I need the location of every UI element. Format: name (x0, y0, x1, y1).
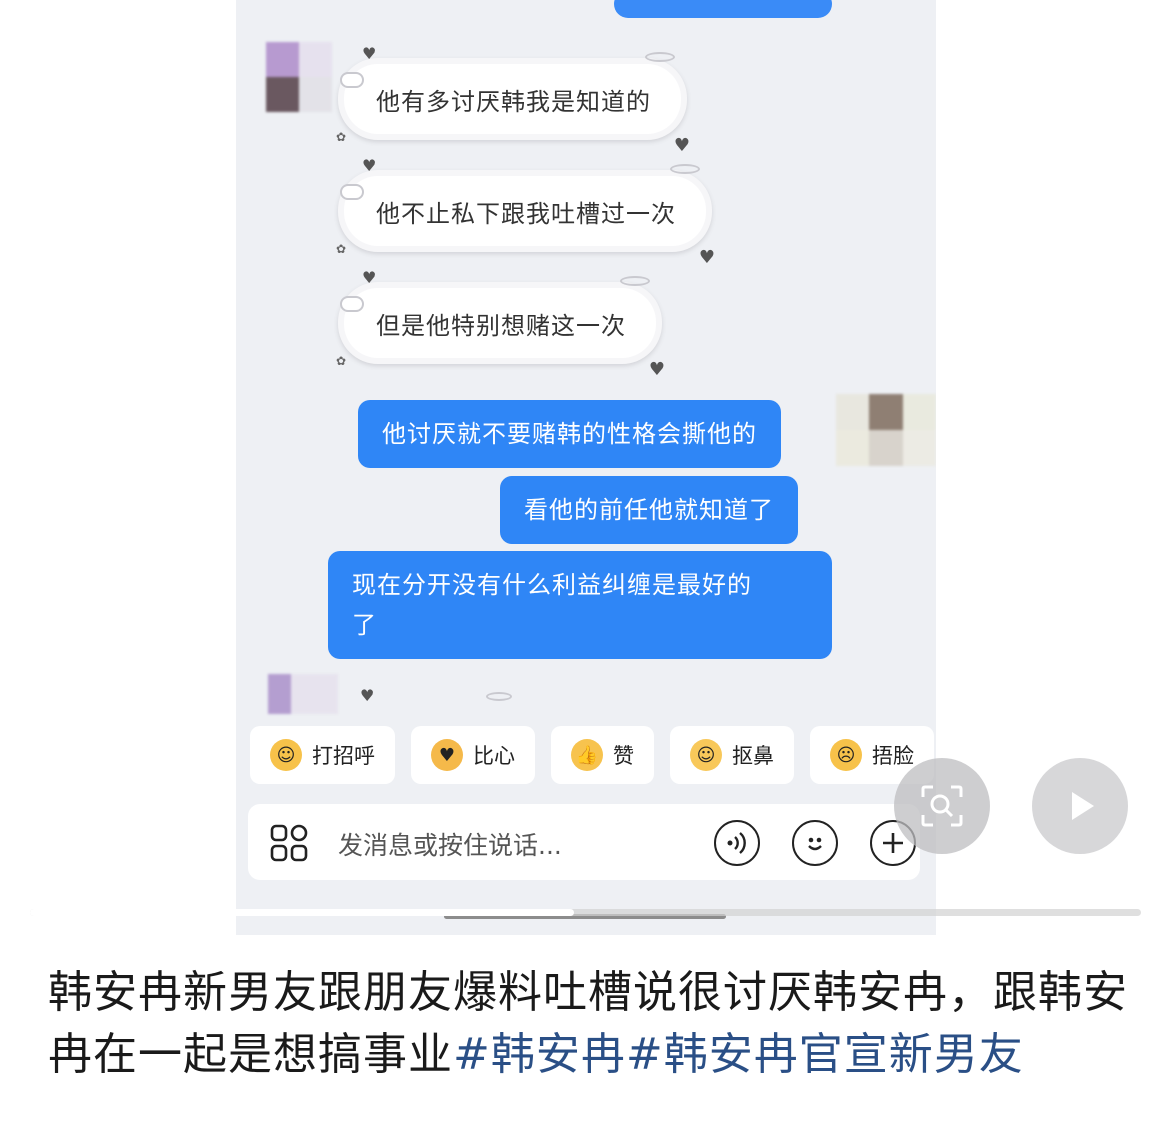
message-text: 了 (352, 611, 377, 639)
outgoing-message-3: 现在分开没有什么利益纠缠是最好的 了 (328, 551, 832, 659)
facepalm-icon: ☹ (830, 739, 862, 771)
message-input[interactable]: 发消息或按住说话... (338, 826, 562, 862)
video-progress-bar[interactable] (30, 909, 1141, 916)
heart-icon: ♥ (362, 156, 378, 175)
halo-icon (670, 164, 700, 174)
message-text: 现在分开没有什么利益纠缠是最好的 (352, 571, 752, 599)
bow-icon: ✿ (336, 130, 348, 144)
voice-icon[interactable] (714, 820, 760, 866)
video-progress-fill (30, 909, 575, 916)
scan-search-icon (921, 785, 963, 827)
hashtag-link[interactable]: #韩安冉 (453, 1029, 626, 1080)
chip-label: 抠鼻 (732, 744, 774, 768)
incoming-message-3: ♥ ✿ ♥ 但是他特别想赌这一次 (336, 268, 665, 380)
message-input-bar: 发消息或按住说话... (248, 804, 920, 880)
heart-hands-icon: ♥ (431, 739, 463, 771)
message-text: 他讨厌就不要赌韩的性格会撕他的 (382, 420, 757, 448)
heart-icon: ♥ (698, 247, 716, 268)
chat-screenshot: ♥ ✿ ♥ 他有多讨厌韩我是知道的 ♥ ✿ ♥ 他不止私下跟我吐槽过一次 ♥ ✿… (236, 0, 936, 935)
hashtag-link[interactable]: #韩安冉官宣新男友 (626, 1029, 1024, 1080)
heart-icon: ♥ (360, 686, 375, 705)
message-text: 但是他特别想赌这一次 (376, 311, 626, 340)
heart-icon: ♥ (673, 135, 691, 156)
apps-grid-icon[interactable] (270, 824, 308, 862)
self-avatar (836, 394, 936, 466)
bow-icon: ✿ (336, 354, 348, 368)
post-caption: 韩安冉新男友跟朋友爆料吐槽说很讨厌韩安冉，跟韩安冉在一起是想搞事业#韩安冉#韩安… (48, 962, 1133, 1086)
wing-decoration-icon (340, 184, 364, 200)
chip-label: 捂脸 (872, 744, 914, 768)
wing-decoration-icon (340, 72, 364, 88)
incoming-message-1: ♥ ✿ ♥ 他有多讨厌韩我是知道的 (336, 44, 690, 156)
heart-icon: ♥ (362, 268, 378, 287)
quick-reply-pick-nose[interactable]: ☺ 抠鼻 (670, 726, 794, 784)
halo-icon (645, 52, 675, 62)
quick-reply-like[interactable]: 👍 赞 (551, 726, 654, 784)
thumbs-up-icon: 👍 (571, 739, 603, 771)
halo-icon (486, 692, 512, 701)
heart-icon: ♥ (362, 44, 378, 63)
message-text: 看他的前任他就知道了 (524, 496, 774, 524)
message-text: 他不止私下跟我吐槽过一次 (376, 199, 676, 228)
chip-label: 赞 (613, 744, 634, 768)
play-button[interactable] (1032, 758, 1128, 854)
chip-label: 打招呼 (312, 744, 375, 768)
contact-avatar (268, 674, 338, 714)
previous-outgoing-bubble (614, 0, 832, 18)
waving-face-icon: ☺ (270, 739, 302, 771)
quick-reply-greet[interactable]: ☺ 打招呼 (250, 726, 395, 784)
emoji-icon[interactable] (792, 820, 838, 866)
heart-icon: ♥ (648, 359, 666, 380)
nose-picking-icon: ☺ (690, 739, 722, 771)
chip-label: 比心 (473, 744, 515, 768)
incoming-message-2: ♥ ✿ ♥ 他不止私下跟我吐槽过一次 (336, 156, 715, 268)
outgoing-message-2: 看他的前任他就知道了 (500, 476, 798, 544)
play-icon (1072, 792, 1094, 820)
quick-reply-bar: ☺ 打招呼 ♥ 比心 👍 赞 ☺ 抠鼻 ☹ 捂脸 (250, 726, 934, 784)
contact-avatar (266, 42, 332, 112)
post-view: ♥ ✿ ♥ 他有多讨厌韩我是知道的 ♥ ✿ ♥ 他不止私下跟我吐槽过一次 ♥ ✿… (0, 0, 1169, 1135)
outgoing-message-1: 他讨厌就不要赌韩的性格会撕他的 (358, 400, 781, 468)
image-search-button[interactable] (894, 758, 990, 854)
wing-decoration-icon (340, 296, 364, 312)
message-text: 他有多讨厌韩我是知道的 (376, 87, 651, 116)
halo-icon (620, 276, 650, 286)
quick-reply-heart[interactable]: ♥ 比心 (411, 726, 535, 784)
bow-icon: ✿ (336, 242, 348, 256)
